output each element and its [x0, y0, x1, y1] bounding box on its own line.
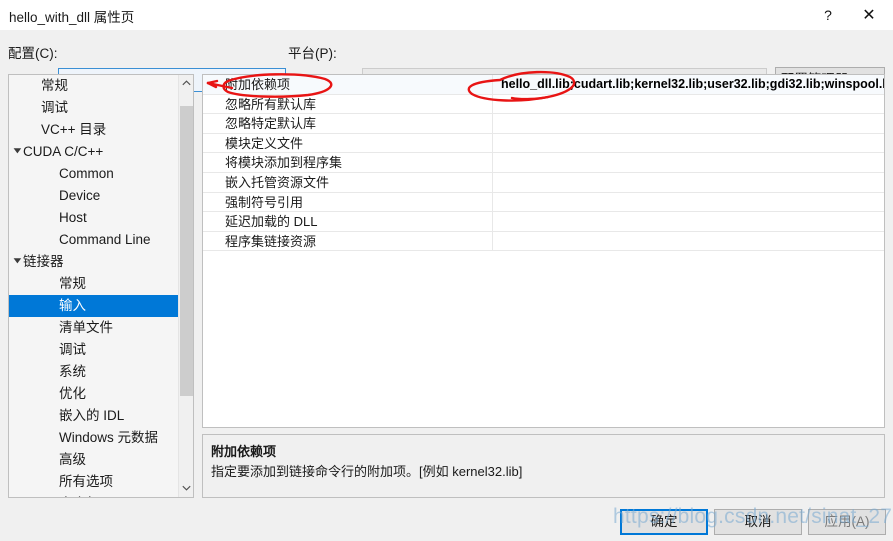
- chevron-down-icon[interactable]: [9, 141, 25, 163]
- chevron-down-icon[interactable]: [9, 251, 25, 273]
- sidebar-item[interactable]: 常规: [9, 75, 180, 97]
- sidebar-item-label: 嵌入的 IDL: [59, 408, 125, 423]
- property-value[interactable]: hello_dll.lib;cudart.lib;kernel32.lib;us…: [493, 75, 884, 94]
- help-icon[interactable]: ?: [810, 0, 846, 30]
- sidebar-item[interactable]: Command Line: [9, 229, 180, 251]
- description-title: 附加依赖项: [211, 444, 277, 459]
- title-bar: hello_with_dll 属性页 ? ✕: [0, 0, 893, 30]
- property-pages-dialog: hello_with_dll 属性页 ? ✕ 配置(C): 所有配置 平台(P)…: [0, 0, 893, 541]
- property-value[interactable]: [493, 193, 884, 212]
- sidebar-item-label: Host: [59, 210, 87, 225]
- property-value[interactable]: [493, 232, 884, 251]
- ok-button[interactable]: 确定: [620, 509, 708, 535]
- property-name: 嵌入托管资源文件: [203, 172, 493, 192]
- tree-scrollbar[interactable]: [178, 75, 193, 497]
- description-body: 指定要添加到链接命令行的附加项。[例如 kernel32.lib]: [211, 464, 523, 479]
- property-row[interactable]: 将模块添加到程序集: [203, 153, 884, 173]
- property-name: 程序集链接资源: [203, 231, 493, 251]
- property-row[interactable]: 延迟加载的 DLL: [203, 212, 884, 232]
- sidebar-item[interactable]: 高级: [9, 449, 180, 471]
- settings-tree-panel: 常规 调试 VC++ 目录 CUDA C/C++ Common Device Host Com…: [8, 74, 194, 498]
- sidebar-item[interactable]: Windows 元数据: [9, 427, 180, 449]
- property-name: 模块定义文件: [203, 133, 493, 153]
- sidebar-item[interactable]: VC++ 目录: [9, 119, 180, 141]
- property-row[interactable]: 附加依赖项 hello_dll.lib;cudart.lib;kernel32.l…: [203, 75, 884, 95]
- sidebar-item-label: 命令行: [9, 493, 180, 497]
- sidebar-item[interactable]: 调试: [9, 97, 180, 119]
- tree-scrollbar-thumb[interactable]: [180, 106, 193, 396]
- sidebar-item-label: 常规: [41, 78, 68, 93]
- sidebar-item[interactable]: Common: [9, 163, 180, 185]
- sidebar-item-label: Device: [59, 188, 101, 203]
- sidebar-item[interactable]: CUDA C/C++: [9, 141, 180, 163]
- sidebar-item-label: 链接器: [23, 254, 64, 269]
- sidebar-item-label: 调试: [41, 100, 68, 115]
- sidebar-item[interactable]: 常规: [9, 273, 180, 295]
- description-pane: 附加依赖项 指定要添加到链接命令行的附加项。[例如 kernel32.lib]: [202, 434, 885, 498]
- property-name: 强制符号引用: [203, 192, 493, 212]
- page-title: hello_with_dll 属性页: [9, 10, 135, 25]
- apply-button[interactable]: 应用(A): [808, 509, 886, 535]
- platform-label: 平台(P):: [288, 46, 337, 61]
- sidebar-item-label: Common: [59, 166, 114, 181]
- sidebar-item-label: 调试: [59, 342, 86, 357]
- configuration-label: 配置(C):: [8, 46, 58, 61]
- sidebar-item-label: Command Line: [59, 232, 151, 247]
- chevron-up-icon[interactable]: [179, 75, 193, 92]
- property-name: 延迟加载的 DLL: [203, 212, 493, 231]
- sidebar-item-label: 优化: [59, 386, 86, 401]
- configuration-bar: 配置(C): 所有配置 平台(P): x64 配置管理器(O)...: [0, 30, 893, 93]
- sidebar-item[interactable]: 链接器: [9, 251, 180, 273]
- property-name: 忽略特定默认库: [203, 114, 493, 133]
- property-value[interactable]: [493, 173, 884, 192]
- property-grid[interactable]: 附加依赖项 hello_dll.lib;cudart.lib;kernel32.l…: [202, 74, 885, 428]
- sidebar-item[interactable]: 命令行: [9, 493, 180, 497]
- property-row[interactable]: 嵌入托管资源文件: [203, 172, 884, 193]
- property-name: 将模块添加到程序集: [203, 153, 493, 172]
- property-value[interactable]: [493, 95, 884, 114]
- settings-tree: 常规 调试 VC++ 目录 CUDA C/C++ Common Device Host Com…: [9, 75, 180, 497]
- sidebar-item[interactable]: 调试: [9, 339, 180, 361]
- sidebar-item[interactable]: 所有选项: [9, 471, 180, 493]
- property-row[interactable]: 模块定义文件: [203, 133, 884, 154]
- property-value[interactable]: [493, 114, 884, 133]
- sidebar-item-label: 所有选项: [59, 474, 113, 489]
- sidebar-item[interactable]: 嵌入的 IDL: [9, 405, 180, 427]
- sidebar-item[interactable]: 输入: [9, 295, 180, 317]
- sidebar-item[interactable]: 优化: [9, 383, 180, 405]
- sidebar-item-label: VC++ 目录: [41, 122, 107, 137]
- close-icon[interactable]: ✕: [851, 0, 887, 30]
- sidebar-item-label: 输入: [59, 298, 86, 313]
- property-value[interactable]: [493, 212, 884, 231]
- property-row[interactable]: 忽略特定默认库: [203, 114, 884, 134]
- sidebar-item-label: Windows 元数据: [59, 430, 159, 445]
- property-name: 忽略所有默认库: [203, 94, 493, 114]
- property-name: 附加依赖项: [203, 75, 493, 94]
- property-value[interactable]: [493, 153, 884, 172]
- chevron-down-icon[interactable]: [179, 480, 193, 497]
- sidebar-item[interactable]: 系统: [9, 361, 180, 383]
- property-row[interactable]: 程序集链接资源: [203, 231, 884, 252]
- property-row[interactable]: 忽略所有默认库: [203, 94, 884, 115]
- property-row[interactable]: 强制符号引用: [203, 192, 884, 213]
- sidebar-item-label: 清单文件: [59, 320, 113, 335]
- sidebar-item-label: 系统: [59, 364, 86, 379]
- sidebar-item-label: CUDA C/C++: [23, 144, 104, 159]
- sidebar-item[interactable]: Device: [9, 185, 180, 207]
- cancel-button[interactable]: 取消: [714, 509, 802, 535]
- sidebar-item-label: 常规: [59, 276, 86, 291]
- sidebar-item-label: 高级: [59, 452, 86, 467]
- sidebar-item[interactable]: 清单文件: [9, 317, 180, 339]
- sidebar-item[interactable]: Host: [9, 207, 180, 229]
- property-value[interactable]: [493, 134, 884, 153]
